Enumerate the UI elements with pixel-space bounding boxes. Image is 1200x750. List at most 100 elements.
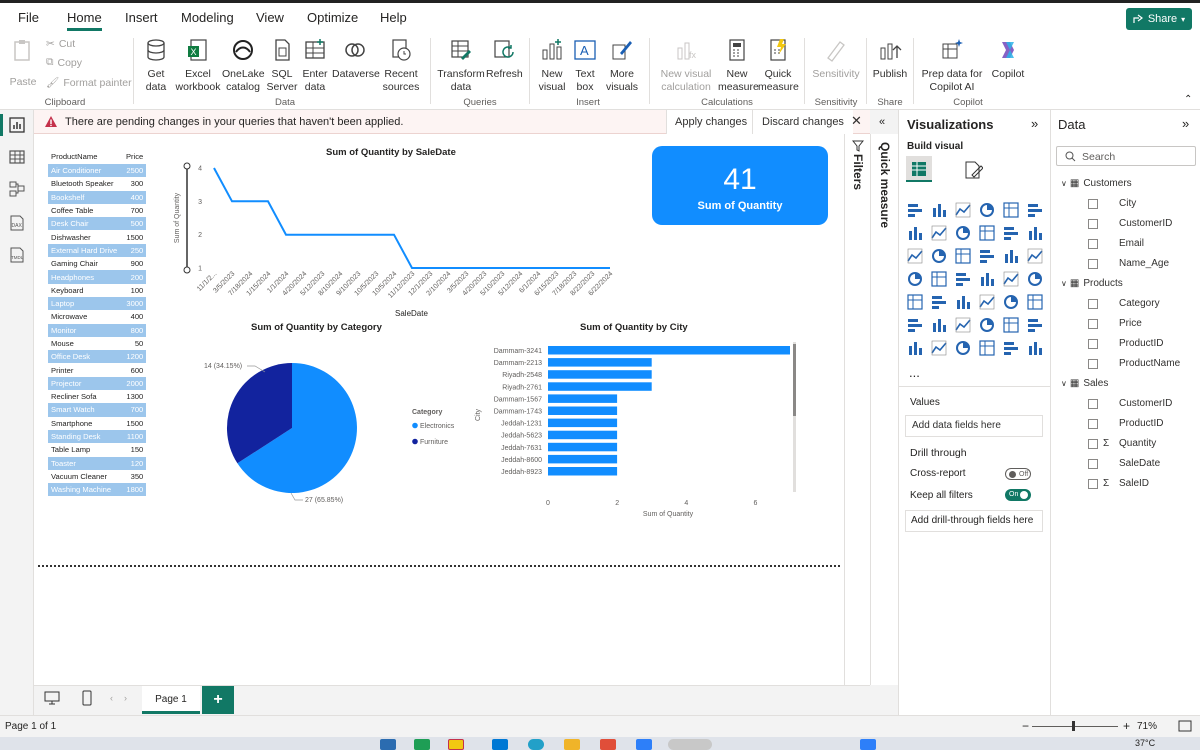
table-row[interactable]: Air Conditioner 2500 [48, 164, 147, 178]
format-painter-button[interactable]: 🖌 Format painter [46, 76, 132, 90]
table-row[interactable]: Gaming Chair 900 [48, 257, 146, 270]
zoom-slider-thumb[interactable] [1072, 721, 1075, 731]
python-visual-icon[interactable] [907, 317, 923, 333]
slider-handle[interactable] [183, 162, 191, 170]
app-icon[interactable] [668, 739, 712, 750]
azure-map-visual-icon[interactable] [979, 271, 995, 287]
add-page-button[interactable]: + [202, 686, 234, 714]
publish-button[interactable]: Publish [872, 38, 908, 81]
bar[interactable] [548, 358, 652, 367]
table-row[interactable]: Bookshelf 400 [48, 190, 147, 204]
line-chart[interactable]: Sum of Quantity123411/1/2...3/5/20237/18… [168, 158, 618, 323]
close-icon[interactable]: ✕ [851, 113, 862, 129]
table-view-icon[interactable] [8, 148, 26, 166]
multi-row-card-visual-icon[interactable] [907, 294, 923, 310]
new-visual-button[interactable]: New visual [536, 38, 568, 94]
scatter-visual-icon[interactable] [955, 248, 971, 264]
menu-modeling[interactable]: Modeling [181, 10, 234, 25]
decomposition-visual-icon[interactable] [955, 317, 971, 333]
field-customerid[interactable]: CustomerID [1119, 398, 1172, 409]
table-row[interactable]: Laptop 3000 [48, 296, 147, 311]
stacked-area-visual-icon[interactable] [955, 225, 971, 241]
field-price[interactable]: Price [1119, 318, 1142, 329]
table-row[interactable]: Office Desk 1200 [48, 350, 147, 364]
app-icon[interactable] [380, 739, 396, 750]
cross-report-toggle[interactable]: Off [1005, 468, 1031, 480]
paste-button[interactable]: Paste [8, 38, 38, 89]
filled-map-visual-icon[interactable] [931, 271, 947, 287]
collapse-ribbon-icon[interactable]: ⌃ [1184, 94, 1192, 105]
field-checkbox[interactable] [1088, 399, 1098, 409]
kpi-visual-icon[interactable] [931, 294, 947, 310]
field-checkbox[interactable] [1088, 339, 1098, 349]
model-view-icon[interactable] [8, 180, 26, 198]
shape-map-visual-icon[interactable] [955, 271, 971, 287]
values-drop-zone[interactable]: Add data fields here [905, 415, 1043, 437]
app-icon[interactable] [600, 739, 616, 750]
table-node-sales[interactable]: ∨ ▦ Sales [1061, 378, 1108, 389]
field-checkbox[interactable] [1088, 439, 1098, 449]
bar[interactable] [548, 394, 618, 403]
tmdl-view-icon[interactable]: TMDL [8, 246, 26, 264]
funnel-visual-icon[interactable] [931, 248, 947, 264]
products-table[interactable]: ProductName Price Air Conditioner 2500 Blu… [48, 148, 147, 497]
bar[interactable] [548, 370, 652, 379]
table-row[interactable]: Keyboard 100 [48, 284, 146, 297]
table-row[interactable]: Printer 600 [48, 363, 146, 376]
power-bi-icon[interactable] [448, 739, 464, 750]
app-icon[interactable] [414, 739, 430, 750]
app-icon[interactable] [860, 739, 876, 750]
sensitivity-button[interactable]: Sensitivity [810, 38, 862, 81]
table-row[interactable]: External Hard Drive 250 [48, 243, 147, 258]
expand-icon[interactable]: » [1031, 116, 1038, 131]
goals-visual-icon[interactable] [1027, 317, 1043, 333]
table-row[interactable]: Microwave 400 [48, 310, 146, 323]
menu-file[interactable]: File [18, 10, 39, 25]
more-visuals-ellipsis[interactable]: ... [909, 365, 920, 380]
dax-query-icon[interactable]: DAX [8, 214, 26, 232]
expand-icon[interactable]: » [1182, 116, 1189, 131]
menu-insert[interactable]: Insert [125, 10, 158, 25]
new-visual-calculation-button[interactable]: fx New visual calculation [656, 38, 716, 94]
copilot-button[interactable]: Copilot [988, 38, 1028, 81]
new-card-visual-icon[interactable] [979, 340, 995, 356]
previous-page-icon[interactable]: ‹ [110, 693, 113, 703]
ribbon-line-visual-icon[interactable] [979, 225, 995, 241]
field-checkbox[interactable] [1088, 259, 1098, 269]
field-category[interactable]: Category [1119, 298, 1160, 309]
zoom-slider[interactable] [1032, 726, 1118, 727]
kpi-card[interactable]: 41 Sum of Quantity [652, 146, 828, 225]
new-slicer-visual-icon[interactable] [1003, 340, 1019, 356]
field-checkbox[interactable] [1088, 319, 1098, 329]
cut-button[interactable]: ✂ Cut [46, 38, 75, 50]
smart-narrative-visual-icon[interactable] [1003, 317, 1019, 333]
refresh-button[interactable]: Refresh [486, 38, 523, 81]
zoom-out-button[interactable]: − [1022, 719, 1029, 733]
pie-chart[interactable]: 14 (34.15%) 27 (65.85%) Category Electronic… [195, 340, 475, 515]
transform-data-button[interactable]: Transform data [437, 38, 485, 94]
onelake-catalog-button[interactable]: OneLake catalog [222, 38, 265, 94]
legend-item[interactable]: Electronics [420, 423, 455, 430]
page-tab-1[interactable]: Page 1 [142, 686, 200, 714]
slicer-visual-icon[interactable] [955, 294, 971, 310]
discard-changes-button[interactable]: Discard changes [752, 110, 853, 134]
enter-data-button[interactable]: Enter data [300, 38, 330, 94]
field-checkbox[interactable] [1088, 239, 1098, 249]
drill-through-drop-zone[interactable]: Add drill-through fields here [905, 510, 1043, 532]
text-box-button[interactable]: A Text box [570, 38, 600, 94]
table-row[interactable]: Standing Desk 1100 [48, 429, 147, 444]
app-icon[interactable] [492, 739, 508, 750]
dataverse-button[interactable]: Dataverse [332, 38, 380, 81]
100-column-visual-icon[interactable] [1027, 202, 1043, 218]
table-row[interactable]: Headphones 200 [48, 270, 147, 284]
copy-button[interactable]: ⧉ Copy [46, 56, 82, 69]
table-row[interactable]: Smart Watch 700 [48, 403, 147, 417]
build-visual-tab[interactable] [906, 156, 932, 182]
field-saledate[interactable]: SaleDate [1119, 458, 1160, 469]
folder-icon[interactable] [564, 739, 580, 750]
button-slicer-visual-icon[interactable] [1027, 340, 1043, 356]
bar[interactable] [548, 454, 618, 464]
bar[interactable] [548, 418, 618, 428]
field-checkbox[interactable] [1088, 199, 1098, 209]
table-row[interactable]: Table Lamp 150 [48, 443, 146, 456]
